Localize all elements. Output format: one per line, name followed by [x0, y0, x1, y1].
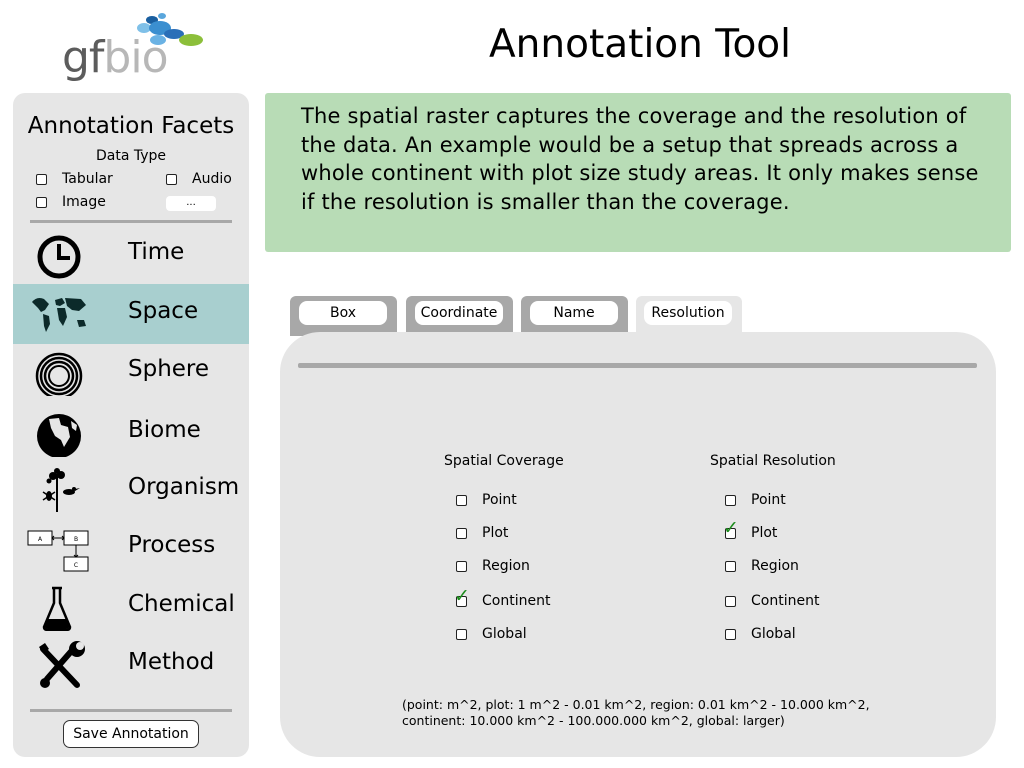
- resolution-global-label: Global: [751, 626, 796, 642]
- audio-checkbox[interactable]: [166, 173, 177, 185]
- coverage-global-checkbox[interactable]: [456, 628, 467, 640]
- coverage-plot-checkbox[interactable]: [456, 527, 467, 539]
- facet-biome-label: Biome: [128, 417, 201, 443]
- facet-chemical-label: Chemical: [128, 591, 235, 617]
- resolution-region-label: Region: [751, 558, 799, 574]
- tab-box[interactable]: Box: [290, 296, 397, 336]
- resolution-global-checkbox[interactable]: [725, 628, 736, 640]
- logo-mark-icon: [137, 13, 203, 46]
- coverage-global-label: Global: [482, 626, 527, 642]
- facet-method-label: Method: [128, 649, 215, 675]
- resolution-region-checkbox[interactable]: [725, 560, 736, 572]
- panel-divider: [298, 363, 977, 368]
- resolution-plot-checkbox[interactable]: ✓: [723, 518, 739, 539]
- resolution-point[interactable]: Point: [725, 492, 786, 508]
- facet-organism-label: Organism: [128, 474, 240, 500]
- scale-definitions-note: (point: m^2, plot: 1 m^2 - 0.01 km^2, re…: [402, 697, 922, 729]
- data-type-tabular[interactable]: Tabular: [36, 171, 113, 187]
- coverage-region[interactable]: Region: [456, 558, 530, 574]
- resolution-continent[interactable]: Continent: [725, 593, 819, 609]
- facet-description: The spatial raster captures the coverage…: [265, 93, 1011, 252]
- sidebar-divider-bottom: [30, 709, 232, 712]
- coverage-continent-checkbox[interactable]: ✓: [454, 586, 470, 607]
- tabular-checkbox[interactable]: [36, 173, 47, 185]
- coverage-plot-label: Plot: [482, 525, 509, 541]
- facet-sphere-label: Sphere: [128, 356, 210, 382]
- tools-icon: [39, 641, 85, 688]
- image-checkbox[interactable]: [36, 196, 47, 208]
- facet-organism[interactable]: Organism: [13, 460, 249, 520]
- coverage-continent[interactable]: ✓ Continent: [454, 586, 551, 609]
- facet-time-label: Time: [128, 239, 185, 265]
- checkmark-icon: ✓: [454, 584, 470, 607]
- sidebar-divider: [30, 220, 232, 223]
- data-type-image[interactable]: Image: [36, 194, 106, 210]
- resolution-continent-checkbox[interactable]: [725, 595, 736, 607]
- facet-method[interactable]: Method: [13, 635, 249, 695]
- globe-icon: [37, 414, 81, 457]
- tab-name-label: Name: [530, 301, 618, 325]
- more-data-types-button[interactable]: ...: [166, 196, 216, 211]
- world-map-icon: [32, 298, 86, 332]
- facet-biome[interactable]: Biome: [13, 403, 249, 463]
- coverage-point[interactable]: Point: [456, 492, 517, 508]
- tab-coordinate[interactable]: Coordinate: [406, 296, 513, 336]
- tab-name[interactable]: Name: [521, 296, 628, 336]
- coverage-point-checkbox[interactable]: [456, 494, 467, 506]
- coverage-region-label: Region: [482, 558, 530, 574]
- spatial-resolution-title: Spatial Resolution: [710, 453, 836, 469]
- sidebar-title: Annotation Facets: [27, 113, 235, 139]
- logo-text-gf: gf: [62, 32, 104, 83]
- resolution-point-label: Point: [751, 492, 786, 508]
- facet-sphere[interactable]: Sphere: [13, 342, 249, 402]
- facets-sidebar: Annotation Facets Data Type Tabular Audi…: [13, 93, 249, 757]
- checkmark-icon: ✓: [723, 516, 739, 539]
- tab-coordinate-label: Coordinate: [415, 301, 503, 325]
- facet-chemical[interactable]: Chemical: [13, 577, 249, 637]
- coverage-plot[interactable]: Plot: [456, 525, 508, 541]
- facet-space[interactable]: Space: [13, 284, 249, 344]
- tab-box-label: Box: [299, 301, 387, 325]
- coverage-region-checkbox[interactable]: [456, 560, 467, 572]
- data-type-audio[interactable]: Audio: [166, 171, 232, 187]
- resolution-plot[interactable]: ✓ Plot: [723, 518, 778, 541]
- audio-label: Audio: [192, 171, 232, 187]
- resolution-panel: Spatial Coverage Point Plot Region ✓ Con…: [280, 332, 996, 757]
- data-type-title: Data Type: [95, 148, 167, 164]
- coverage-global[interactable]: Global: [456, 626, 527, 642]
- tab-resolution[interactable]: Resolution: [636, 296, 742, 336]
- clock-icon: [37, 235, 81, 279]
- facet-process-label: Process: [128, 532, 216, 558]
- facet-process[interactable]: A B C Process: [13, 518, 249, 578]
- gfbio-logo: gfbio: [58, 10, 208, 83]
- resolution-continent-label: Continent: [751, 593, 820, 609]
- resolution-global[interactable]: Global: [725, 626, 796, 642]
- coverage-point-label: Point: [482, 492, 517, 508]
- page-title: Annotation Tool: [488, 22, 792, 67]
- note-line-2: continent: 10.000 km^2 - 100.000.000 km^…: [402, 713, 785, 728]
- spatial-coverage-title: Spatial Coverage: [444, 453, 564, 469]
- facet-time[interactable]: Time: [13, 225, 249, 285]
- concentric-circles-icon: [35, 352, 83, 396]
- process-node-c: C: [74, 562, 78, 569]
- tab-resolution-label: Resolution: [644, 301, 732, 325]
- flask-icon: [42, 586, 72, 631]
- save-annotation-button[interactable]: Save Annotation: [63, 720, 199, 748]
- coverage-continent-label: Continent: [482, 593, 551, 609]
- organism-icon: [42, 468, 80, 512]
- tabular-label: Tabular: [62, 171, 113, 187]
- resolution-region[interactable]: Region: [725, 558, 799, 574]
- facet-space-label: Space: [128, 298, 199, 324]
- flow-diagram-icon: A B C: [27, 530, 89, 572]
- image-label: Image: [62, 194, 106, 210]
- note-line-1: (point: m^2, plot: 1 m^2 - 0.01 km^2, re…: [402, 697, 870, 712]
- resolution-plot-label: Plot: [751, 525, 778, 541]
- process-node-b: B: [74, 536, 78, 543]
- resolution-point-checkbox[interactable]: [725, 494, 736, 506]
